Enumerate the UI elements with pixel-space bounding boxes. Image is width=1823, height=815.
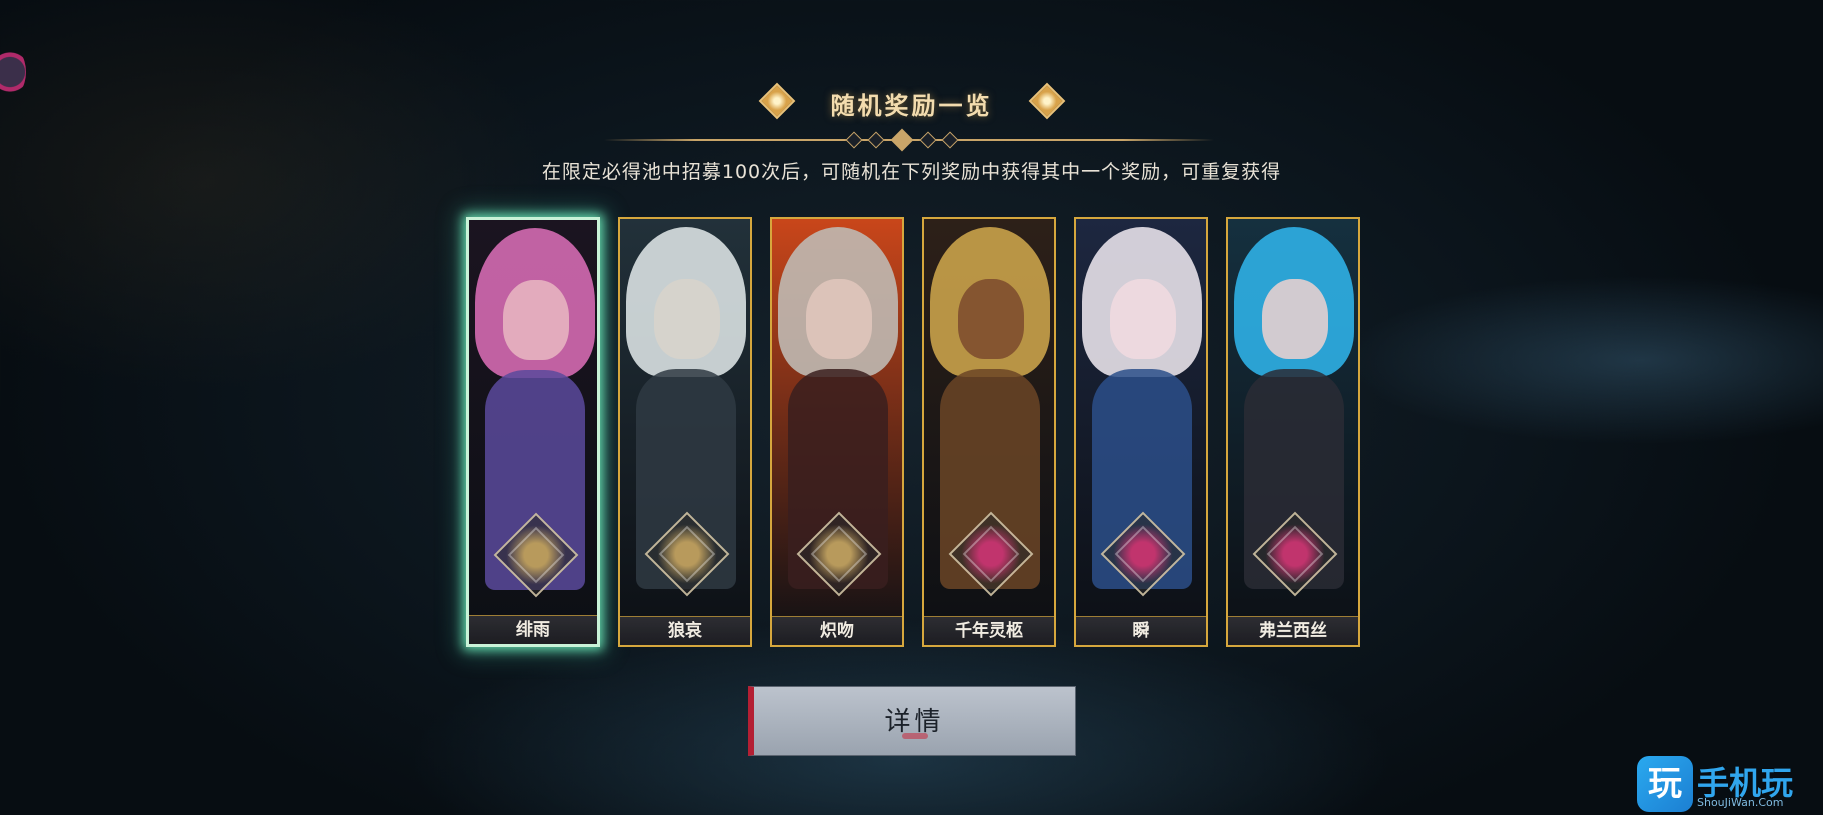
portrait-face: [958, 279, 1024, 359]
character-name: 狼哀: [620, 616, 750, 645]
watermark-logo: 玩 手机玩 ShouJiWan.Com: [1637, 756, 1823, 812]
character-name: 弗兰西丝: [1228, 616, 1358, 645]
watermark-icon: 玩: [1637, 756, 1693, 812]
page-title: 随机奖励一览: [830, 92, 993, 120]
character-portrait: [1228, 219, 1358, 645]
character-name: 瞬: [1076, 616, 1206, 645]
title-divider: [604, 128, 1214, 152]
portrait-face: [1110, 279, 1176, 359]
character-portrait: [620, 219, 750, 645]
character-name: 绯雨: [469, 615, 597, 644]
portrait-face: [503, 280, 569, 360]
reward-card[interactable]: 瞬: [1074, 217, 1208, 647]
reward-card[interactable]: 绯雨: [466, 217, 600, 647]
watermark-sub: ShouJiWan.Com: [1697, 796, 1784, 809]
background: 随机奖励一览 在限定必得池中招募100次后，可随机在下列奖励中获得其中一个奖励，…: [0, 0, 1823, 815]
portrait-face: [1262, 279, 1328, 359]
character-portrait: [924, 219, 1054, 645]
reward-card[interactable]: 狼哀: [618, 217, 752, 647]
character-name: 炽吻: [772, 616, 902, 645]
reward-card[interactable]: 炽吻: [770, 217, 904, 647]
character-portrait: [469, 220, 597, 644]
character-portrait: [1076, 219, 1206, 645]
reward-card[interactable]: 千年灵柩: [922, 217, 1056, 647]
rules-description: 在限定必得池中招募100次后，可随机在下列奖励中获得其中一个奖励，可重复获得: [541, 161, 1282, 183]
portrait-face: [806, 279, 872, 359]
portrait-face: [654, 279, 720, 359]
reward-card[interactable]: 弗兰西丝: [1226, 217, 1360, 647]
title-bar: 随机奖励一览: [0, 86, 1823, 121]
character-name: 千年灵柩: [924, 616, 1054, 645]
detail-button-mark-icon: [902, 733, 928, 739]
character-portrait: [772, 219, 902, 645]
detail-button[interactable]: 详情: [748, 686, 1076, 756]
